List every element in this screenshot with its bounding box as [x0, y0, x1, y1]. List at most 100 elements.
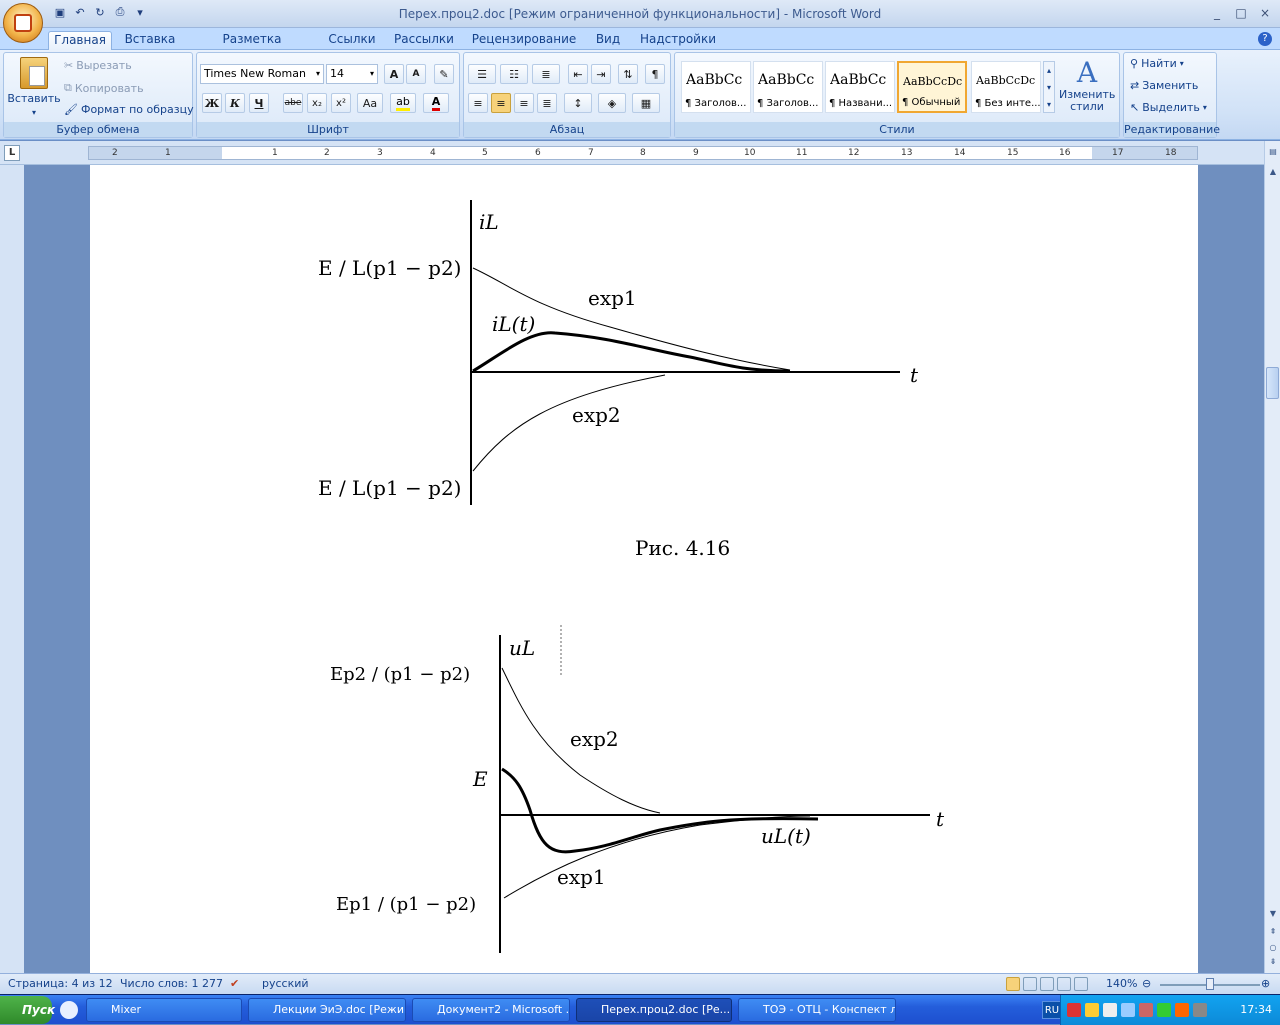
- tab-review[interactable]: Рецензирование: [468, 31, 580, 50]
- taskbar-mixer[interactable]: Mixer: [86, 998, 242, 1022]
- figure-canvas: iL t exp1 iL(t) exp2 E / L(p1 − p2) E / …: [318, 200, 945, 953]
- prev-page-icon[interactable]: ⇞: [1267, 927, 1279, 939]
- change-case-button[interactable]: Aa: [357, 93, 383, 113]
- scroll-up-icon[interactable]: ▲: [1267, 167, 1279, 179]
- tray-app-icon[interactable]: [1157, 1003, 1171, 1017]
- zoom-in-icon[interactable]: ⊕: [1261, 977, 1270, 990]
- start-button[interactable]: Пуск: [0, 996, 55, 1024]
- language-status[interactable]: русский: [262, 977, 309, 990]
- clear-format-icon[interactable]: ✎: [434, 64, 454, 84]
- taskbar-document2[interactable]: Документ2 - Microsoft ...: [412, 998, 570, 1022]
- scroll-thumb[interactable]: [1266, 367, 1279, 399]
- language-indicator[interactable]: RU: [1042, 1001, 1062, 1019]
- taskbar-browser[interactable]: ТОЭ - ОТЦ - Конспект л...: [738, 998, 896, 1022]
- full-screen-reading-icon[interactable]: [1023, 977, 1037, 991]
- superscript-button[interactable]: x²: [331, 93, 351, 113]
- ie-icon[interactable]: [60, 1001, 78, 1019]
- taskbar-lectures[interactable]: Лекции ЭиЭ.doc [Режим...: [248, 998, 406, 1022]
- cut-button[interactable]: ✂ Вырезать: [64, 59, 132, 72]
- find-button[interactable]: ⚲ Найти ▾: [1130, 57, 1184, 70]
- select-button[interactable]: ↖ Выделить ▾: [1130, 101, 1207, 114]
- multilevel-list-icon[interactable]: ≣: [532, 64, 560, 84]
- style-no-spacing[interactable]: AaBbCcDc ¶ Без инте...: [971, 61, 1041, 113]
- justify-icon[interactable]: ≣: [537, 93, 557, 113]
- subscript-button[interactable]: x₂: [307, 93, 327, 113]
- copy-button[interactable]: ⧉ Копировать: [64, 81, 144, 95]
- tab-references[interactable]: Ссылки: [322, 31, 382, 50]
- clock[interactable]: 17:34: [1240, 1003, 1272, 1016]
- zoom-level[interactable]: 140%: [1106, 977, 1137, 990]
- taskbar-active-document[interactable]: Перех.проц2.doc [Ре...: [576, 998, 732, 1022]
- paste-button[interactable]: Вставить ▾: [7, 57, 61, 117]
- maximize-button[interactable]: □: [1230, 4, 1252, 21]
- font-color-icon[interactable]: A: [423, 93, 449, 113]
- align-left-icon[interactable]: ≡: [468, 93, 488, 113]
- borders-icon[interactable]: ▦: [632, 93, 660, 113]
- align-right-icon[interactable]: ≡: [514, 93, 534, 113]
- line-spacing-icon[interactable]: ↕: [564, 93, 592, 113]
- bold-button[interactable]: Ж: [202, 93, 222, 113]
- decrease-indent-icon[interactable]: ⇤: [568, 64, 588, 84]
- show-marks-icon[interactable]: ¶: [645, 64, 665, 84]
- styles-scroll[interactable]: ▴ ▾ ▾: [1043, 61, 1055, 113]
- horizontal-ruler[interactable]: 2 1 1 2 3 4 5 6 7 8 9 10 11 12 13 14 15 …: [88, 146, 1198, 160]
- proofing-icon[interactable]: ✔: [230, 977, 239, 990]
- tray-app-icon[interactable]: [1139, 1003, 1153, 1017]
- zoom-thumb[interactable]: [1206, 978, 1214, 990]
- ruler-toggle-icon[interactable]: ▤: [1267, 147, 1279, 159]
- scroll-down-icon[interactable]: ▼: [1267, 909, 1279, 921]
- style-heading1[interactable]: AaBbCc ¶ Заголов...: [681, 61, 751, 113]
- close-button[interactable]: ×: [1254, 4, 1276, 21]
- volume-icon[interactable]: [1121, 1003, 1135, 1017]
- web-layout-icon[interactable]: [1040, 977, 1054, 991]
- underline-button[interactable]: Ч: [249, 93, 269, 113]
- numbering-icon[interactable]: ☷: [500, 64, 528, 84]
- antivirus-icon[interactable]: [1067, 1003, 1081, 1017]
- tab-page-layout[interactable]: Разметка страницы: [190, 31, 314, 63]
- sort-icon[interactable]: ⇅: [618, 64, 638, 84]
- tab-mailings[interactable]: Рассылки: [390, 31, 458, 50]
- draft-icon[interactable]: [1074, 977, 1088, 991]
- font-name-select[interactable]: Times New Roman ▾: [200, 64, 324, 84]
- next-page-icon[interactable]: ⇟: [1267, 957, 1279, 969]
- grow-font-button[interactable]: A: [384, 64, 404, 84]
- style-title[interactable]: AaBbCc ¶ Названи...: [825, 61, 895, 113]
- bullets-icon[interactable]: ☰: [468, 64, 496, 84]
- tray-app-icon[interactable]: [1193, 1003, 1207, 1017]
- window-title: Перех.проц2.doc [Режим ограниченной функ…: [398, 7, 882, 21]
- document-page[interactable]: iL t exp1 iL(t) exp2 E / L(p1 − p2) E / …: [90, 165, 1198, 973]
- zoom-out-icon[interactable]: ⊖: [1142, 977, 1151, 990]
- replace-button[interactable]: ⇄ Заменить: [1130, 79, 1198, 92]
- tab-view[interactable]: Вид: [588, 31, 628, 50]
- highlight-icon[interactable]: ab: [390, 93, 416, 113]
- iL-curve: [472, 331, 791, 373]
- strikethrough-button[interactable]: abe: [283, 93, 303, 113]
- help-icon[interactable]: ?: [1258, 32, 1272, 46]
- office-button[interactable]: [3, 3, 43, 43]
- align-center-icon[interactable]: ≡: [491, 93, 511, 113]
- italic-button[interactable]: К: [225, 93, 245, 113]
- minimize-button[interactable]: _: [1206, 4, 1228, 21]
- tab-selector[interactable]: L: [4, 145, 20, 161]
- tray-app-icon[interactable]: [1175, 1003, 1189, 1017]
- vertical-scrollbar[interactable]: ▤ ▲ ▼ ⇞ ○ ⇟: [1264, 141, 1280, 973]
- format-painter-button[interactable]: 🖌 Формат по образцу: [64, 103, 194, 116]
- outline-icon[interactable]: [1057, 977, 1071, 991]
- tab-home[interactable]: Главная: [48, 31, 112, 50]
- browse-object-icon[interactable]: ○: [1267, 943, 1279, 955]
- print-layout-icon[interactable]: [1006, 977, 1020, 991]
- change-styles-button[interactable]: A Изменить стили: [1057, 57, 1117, 113]
- page-count[interactable]: Страница: 4 из 12: [8, 977, 113, 990]
- style-heading2[interactable]: AaBbCc ¶ Заголов...: [753, 61, 823, 113]
- shrink-font-button[interactable]: A: [406, 64, 426, 84]
- network-icon[interactable]: [1103, 1003, 1117, 1017]
- messenger-icon[interactable]: [1085, 1003, 1099, 1017]
- increase-indent-icon[interactable]: ⇥: [591, 64, 611, 84]
- fig1-top-fraction: E / L(p1 − p2): [318, 256, 461, 280]
- shading-icon[interactable]: ◈: [598, 93, 626, 113]
- tab-insert[interactable]: Вставка: [120, 31, 180, 50]
- tab-addins[interactable]: Надстройки: [636, 31, 720, 50]
- word-count[interactable]: Число слов: 1 277: [120, 977, 223, 990]
- style-normal[interactable]: AaBbCcDc ¶ Обычный: [897, 61, 967, 113]
- font-size-select[interactable]: 14 ▾: [326, 64, 378, 84]
